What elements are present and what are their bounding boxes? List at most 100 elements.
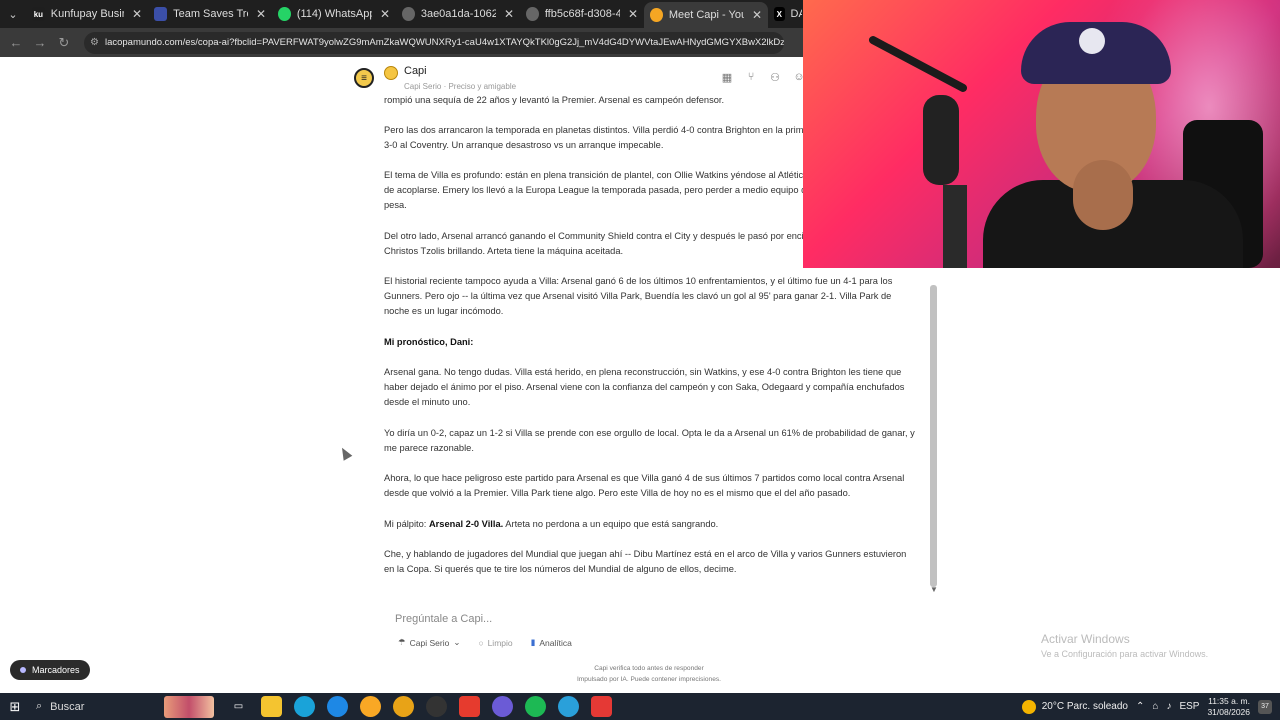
search-label: Buscar xyxy=(50,700,85,713)
chrome-icon[interactable] xyxy=(393,696,414,717)
bookmark-dot-icon xyxy=(20,667,26,673)
message-paragraph: El historial reciente tampoco ayuda a Vi… xyxy=(384,276,893,317)
site-info-icon[interactable]: ⚙ xyxy=(90,37,99,48)
app-header: ≡ Capi Capi Serio · Preciso y amigable ▦… xyxy=(352,63,812,97)
url-text: lacopamundo.com/es/copa-ai?fbclid=PAVERF… xyxy=(104,37,784,48)
network-icon[interactable]: ⌂ xyxy=(1152,701,1158,712)
search-icon: ⌕ xyxy=(36,700,43,712)
verdict-score: Arsenal 2-0 Villa. xyxy=(428,519,504,529)
github-icon[interactable] xyxy=(426,696,447,717)
menu-icon[interactable]: ≡ xyxy=(354,68,374,88)
x-logo-icon: X xyxy=(774,7,785,21)
mouse-cursor xyxy=(337,445,353,461)
message-paragraph: Ahora, lo que hace peligroso este partid… xyxy=(384,473,905,499)
chevron-up-icon[interactable]: ⌃ xyxy=(1136,701,1144,712)
notification-badge[interactable]: 37 xyxy=(1258,699,1272,714)
spotify-icon[interactable] xyxy=(525,696,546,717)
bookmarks-button[interactable]: Marcadores xyxy=(10,660,90,680)
tab-close-icon[interactable]: ✕ xyxy=(628,7,638,21)
tab-label: Meet Capi - Your AI F xyxy=(668,9,744,21)
clock-time: 11:35 a. m. xyxy=(1208,695,1250,706)
capi-avatar xyxy=(384,66,398,80)
back-arrow-icon[interactable]: ← xyxy=(4,35,28,50)
globe-icon xyxy=(526,7,539,21)
chat-scrollbar[interactable] xyxy=(930,285,937,587)
tab-team-saves[interactable]: Team Saves Trends & ✕ xyxy=(148,0,272,28)
chip-capi-serio[interactable]: ☂ Capi Serio ⌄ xyxy=(398,637,460,648)
tab-meet-capi[interactable]: Meet Capi - Your AI F ✕ xyxy=(644,2,768,28)
footnote-line: Impulsado por IA. Puede contener impreci… xyxy=(576,676,722,683)
edge-beta-icon[interactable] xyxy=(327,696,348,717)
tab-favicon: ku xyxy=(32,7,45,21)
tab-close-icon[interactable]: ✕ xyxy=(132,7,142,21)
scroll-down-arrow-icon[interactable]: ▼ xyxy=(930,585,938,594)
ask-capi-input[interactable] xyxy=(395,613,875,625)
messenger-icon[interactable] xyxy=(492,696,513,717)
sun-icon xyxy=(1021,699,1036,714)
header-actions: ▦ ⑂ ⚇ ☺ xyxy=(720,71,806,85)
footnote-line: Capi verifica todo antes de responder xyxy=(594,665,704,672)
message-paragraph: Che, y hablando de jugadores del Mundial… xyxy=(384,549,907,575)
globe-icon xyxy=(402,7,415,21)
chip-label: Capi Serio xyxy=(409,637,450,648)
app-title: Capi xyxy=(404,65,427,77)
edge-icon[interactable] xyxy=(294,696,315,717)
tab-3ae0[interactable]: 3ae0a1da-1062-4f71- ✕ xyxy=(396,0,520,28)
webcam-cap-logo xyxy=(1079,28,1105,54)
app-subtitle: Capi Serio · Preciso y amigable xyxy=(404,82,517,91)
chevron-down-icon: ⌄ xyxy=(453,637,461,647)
forward-arrow-icon[interactable]: → xyxy=(28,35,52,50)
tab-ffb5[interactable]: ffb5c68f-d308-45f9- ✕ xyxy=(520,0,644,28)
chrome-canary-icon[interactable] xyxy=(360,696,381,717)
branch-icon[interactable]: ⑂ xyxy=(744,71,758,85)
reload-icon[interactable]: ↻ xyxy=(52,35,76,51)
tab-close-icon[interactable]: ✕ xyxy=(256,7,266,21)
calendar-icon[interactable]: ▦ xyxy=(720,71,734,85)
verdict-prefix: Mi pálpito: xyxy=(384,519,429,529)
system-tray: 20°C Parc. soleado ⌃ ⌂ ♪ ESP 11:35 a. m.… xyxy=(1021,693,1280,720)
file-explorer-icon[interactable] xyxy=(261,696,282,717)
webcam-overlay xyxy=(803,0,1280,268)
tab-label: Kunfupay Business xyxy=(50,8,124,20)
tab-search-icon[interactable]: ⌄ xyxy=(0,0,26,28)
chip-limpio[interactable]: ○ Limpio xyxy=(478,637,512,648)
lang-indicator[interactable]: ESP xyxy=(1179,701,1199,712)
task-view-icon[interactable]: ▭ xyxy=(228,696,249,717)
search-highlight-image[interactable] xyxy=(164,695,214,718)
clock-date: 31/08/2026 xyxy=(1207,706,1250,717)
taskbar-apps: ▭ xyxy=(228,696,612,717)
footnote: Capi verifica todo antes de responder Im… xyxy=(384,663,914,685)
windows-start-icon[interactable]: ⊞ xyxy=(0,699,30,715)
mask-icon: ☂ xyxy=(398,637,406,647)
taskbar-search[interactable]: ⌕ Buscar xyxy=(30,696,160,718)
tab-kunfupay[interactable]: ku Kunfupay Business ✕ xyxy=(26,0,148,28)
tab-label: 3ae0a1da-1062-4f71- xyxy=(420,8,496,20)
speaker-icon[interactable]: ♪ xyxy=(1166,701,1171,712)
url-field[interactable]: ⚙ lacopamundo.com/es/copa-ai?fbclid=PAVE… xyxy=(84,31,784,54)
telegram-icon[interactable] xyxy=(558,696,579,717)
watermark-subtitle: Ve a Configuración para activar Windows. xyxy=(1041,649,1209,659)
clock[interactable]: 11:35 a. m. 31/08/2026 xyxy=(1207,696,1250,718)
brave-icon[interactable] xyxy=(459,696,480,717)
webcam-person-hand xyxy=(1073,160,1133,230)
prediction-heading: Mi pronóstico, Dani: xyxy=(384,337,474,347)
tab-close-icon[interactable]: ✕ xyxy=(380,7,390,21)
chip-analitica[interactable]: ▮ Analítica xyxy=(531,637,572,648)
verdict-rest: Arteta no perdona a un equipo que está s… xyxy=(503,519,719,529)
chip-label: Analítica xyxy=(539,637,572,648)
users-icon[interactable]: ⚇ xyxy=(768,71,782,85)
tab-close-icon[interactable]: ✕ xyxy=(504,7,514,21)
tab-x[interactable]: X DA xyxy=(768,0,808,28)
tab-label: DA xyxy=(790,8,802,20)
weather-widget[interactable]: 20°C Parc. soleado xyxy=(1021,699,1128,714)
message-paragraph: Yo diría un 0-2, capaz un 1-2 si Villa s… xyxy=(384,428,915,454)
webcam-mic-arm xyxy=(867,34,969,94)
mode-chips: ☂ Capi Serio ⌄ ○ Limpio ▮ Analítica xyxy=(398,637,572,648)
whatsapp-icon xyxy=(278,7,291,21)
tab-close-icon[interactable]: ✕ xyxy=(752,8,762,22)
verdict-paragraph: Mi pálpito: Arsenal 2-0 Villa. Arteta no… xyxy=(384,517,919,532)
circle-icon: ○ xyxy=(478,637,484,648)
app-icon[interactable] xyxy=(591,696,612,717)
tab-whatsapp[interactable]: (114) WhatsApp ✕ xyxy=(272,0,396,28)
weather-text: 20°C Parc. soleado xyxy=(1041,701,1128,712)
